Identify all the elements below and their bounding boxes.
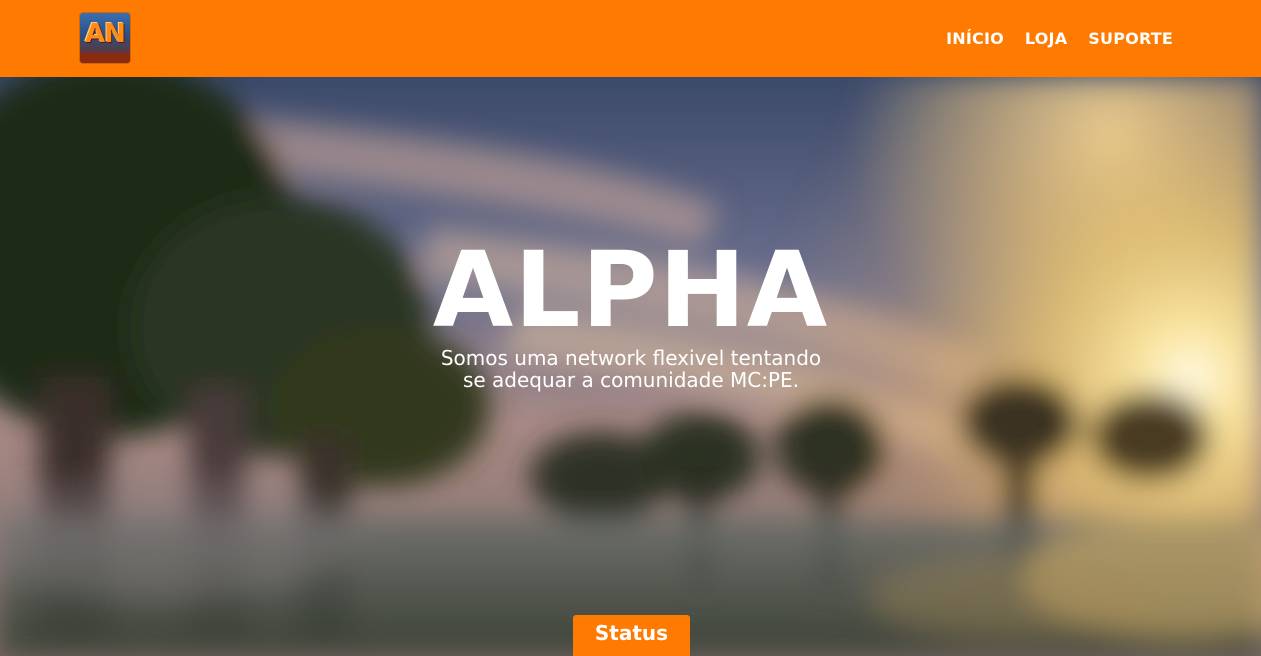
main-nav: INÍCIO LOJA SUPORTE	[946, 0, 1173, 77]
hero-section: ALPHA Somos uma network flexivel tentand…	[0, 77, 1261, 656]
nav-link-loja[interactable]: LOJA	[1025, 29, 1067, 48]
alpha-network-logo[interactable]: AN	[80, 13, 130, 63]
nav-link-suporte[interactable]: SUPORTE	[1088, 29, 1173, 48]
status-button[interactable]: Status	[573, 615, 690, 656]
logo-text: AN	[85, 19, 126, 49]
hero-tagline-line-2: se adequar a comunidade MC:PE.	[462, 368, 800, 392]
logo-base	[80, 53, 130, 63]
top-navbar: AN INÍCIO LOJA SUPORTE	[0, 0, 1261, 77]
nav-link-inicio[interactable]: INÍCIO	[946, 29, 1004, 48]
hero-title: ALPHA	[432, 229, 829, 351]
hero-tagline-line-1: Somos uma network flexivel tentando	[440, 346, 822, 370]
hero-tagline: Somos uma network flexivel tentando se a…	[400, 347, 862, 391]
